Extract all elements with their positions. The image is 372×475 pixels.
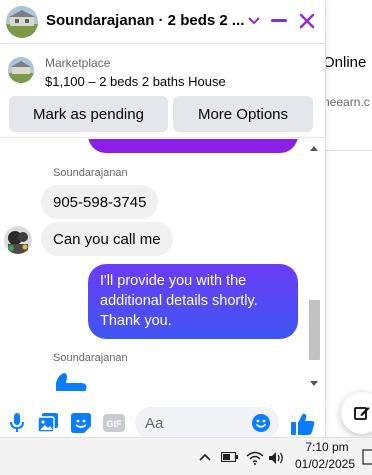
emoji-icon[interactable] — [251, 413, 271, 433]
incoming-message[interactable]: 905-598-3745 — [41, 185, 159, 219]
sender-name: Soundarajanan — [53, 167, 128, 179]
edit-icon — [354, 407, 370, 420]
conversation-title[interactable]: Soundarajanan · 2 beds 2 ... — [46, 12, 244, 29]
more-options-button[interactable]: More Options — [173, 96, 313, 132]
avatar[interactable] — [4, 226, 32, 254]
gif-icon[interactable]: GIF — [103, 413, 125, 433]
message-composer: GIF — [0, 401, 326, 439]
chat-window: Soundarajanan · 2 beds 2 ... Marketplace… — [0, 0, 326, 439]
new-message-button[interactable] — [341, 392, 372, 434]
battery-icon[interactable] — [221, 450, 239, 464]
scroll-thumb[interactable] — [309, 300, 320, 360]
listing-thumbnail[interactable] — [8, 57, 34, 83]
marketplace-listing: Marketplace $1,100 – 2 beds 2 baths Hous… — [0, 44, 326, 138]
url-fragment: neearn.c — [323, 95, 370, 109]
photo-icon[interactable] — [38, 413, 58, 433]
message-list: Soundarajanan 905-598-3745 Can you call … — [0, 139, 326, 391]
outgoing-bubble-previous — [88, 139, 298, 153]
divider — [326, 150, 372, 151]
listing-source: Marketplace — [45, 56, 111, 70]
volume-icon[interactable] — [268, 450, 286, 466]
scroll-down-icon[interactable] — [310, 381, 318, 386]
sticker-icon[interactable] — [71, 413, 91, 433]
close-icon[interactable] — [296, 10, 318, 32]
scrollbar[interactable] — [308, 142, 322, 390]
scroll-up-icon[interactable] — [310, 146, 318, 151]
clock-time[interactable]: 7:10 pm — [297, 440, 357, 454]
microphone-icon[interactable] — [7, 413, 27, 433]
notification-icon[interactable] — [362, 448, 372, 466]
incoming-message[interactable]: Can you call me — [41, 222, 173, 256]
svg-text:GIF: GIF — [107, 419, 123, 429]
wifi-icon[interactable] — [246, 450, 264, 466]
clock-date[interactable]: 01/02/2025 — [292, 457, 358, 471]
chevron-up-icon[interactable] — [198, 450, 212, 464]
avatar[interactable] — [6, 6, 38, 38]
taskbar: 7:10 pm 01/02/2025 — [0, 437, 372, 475]
listing-price[interactable]: $1,100 – 2 beds 2 baths House — [45, 74, 226, 89]
outgoing-message[interactable]: I'll provide you with the additional det… — [88, 264, 298, 339]
like-icon[interactable] — [291, 413, 315, 435]
like-sticker-icon — [52, 373, 92, 391]
mark-as-pending-button[interactable]: Mark as pending — [9, 96, 168, 132]
minimize-icon[interactable] — [268, 10, 290, 32]
online-label: Online — [323, 54, 367, 71]
chevron-down-icon[interactable] — [243, 10, 265, 32]
sender-name: Soundarajanan — [53, 352, 128, 364]
chat-header: Soundarajanan · 2 beds 2 ... — [0, 0, 326, 44]
